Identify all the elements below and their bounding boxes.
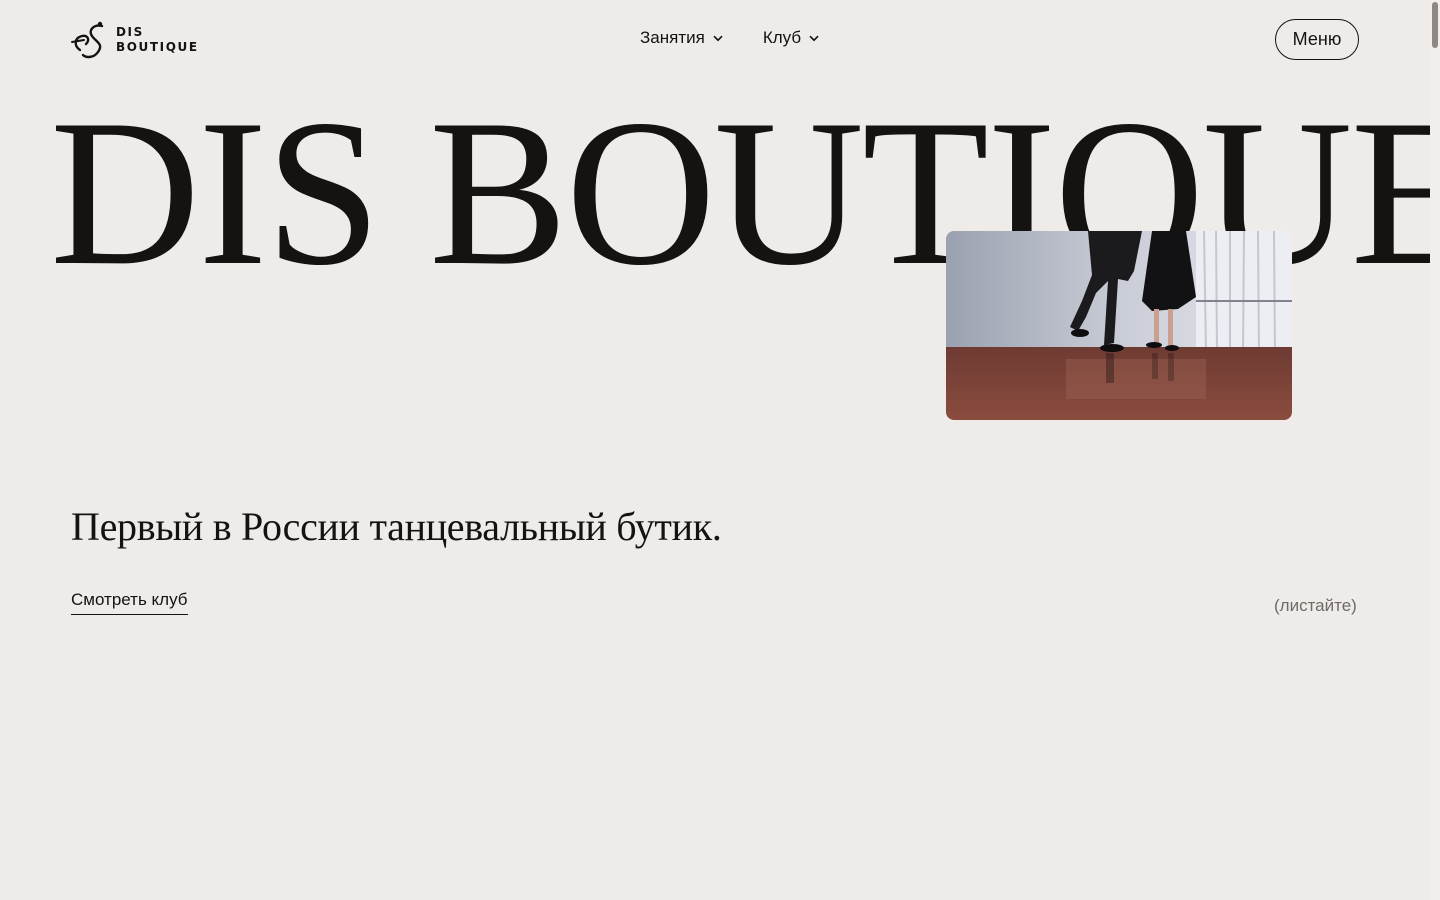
scrollbar-thumb[interactable] <box>1432 2 1438 48</box>
brand-line-1: DIS <box>116 25 144 39</box>
chevron-down-icon <box>809 35 819 41</box>
nav-item-label: Клуб <box>762 28 802 47</box>
brand-wordmark: DIS BOUTIQUE <box>116 25 199 55</box>
nav-item-club[interactable]: Клуб <box>763 28 819 48</box>
page: DIS BOUTIQUE Занятия Клуб Меню DIS BOUTI… <box>0 0 1440 900</box>
nav-item-classes[interactable]: Занятия <box>640 28 723 48</box>
dancer-logo-icon <box>71 21 104 59</box>
scroll-hint: (листайте) <box>1274 596 1357 615</box>
dancers-photo <box>946 231 1292 420</box>
hero-media[interactable] <box>946 231 1292 420</box>
hero-tagline: Первый в России танцевальный бутик. <box>71 504 722 549</box>
view-club-link[interactable]: Смотреть клуб <box>71 590 188 615</box>
chevron-down-icon <box>713 35 723 41</box>
menu-button[interactable]: Меню <box>1275 19 1359 60</box>
brand-logo[interactable]: DIS BOUTIQUE <box>70 20 199 60</box>
brand-line-2: BOUTIQUE <box>116 40 199 54</box>
scrollbar[interactable] <box>1430 0 1440 900</box>
main-nav: Занятия Клуб <box>640 28 819 48</box>
nav-item-label: Занятия <box>640 28 705 47</box>
